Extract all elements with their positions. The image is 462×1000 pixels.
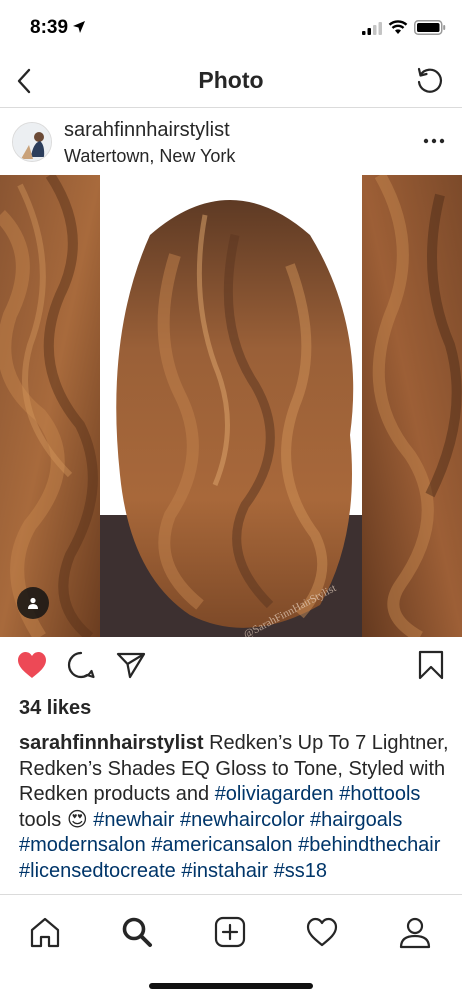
heart-filled-icon[interactable] [16,650,48,680]
hashtag[interactable]: #hairgoals [310,809,402,831]
nav-bar: Photo [0,56,462,108]
paper-plane-icon[interactable] [116,650,146,680]
hashtag[interactable]: #newhair [93,809,174,831]
hashtag[interactable]: #behindthechair [298,834,440,856]
hashtag[interactable]: #americansalon [151,834,292,856]
profile-icon[interactable] [398,915,432,949]
add-icon[interactable] [213,915,247,949]
battery-icon [414,20,446,35]
location-arrow-icon [73,21,85,33]
hashtag[interactable]: #oliviagarden [215,783,334,805]
more-horizontal-icon[interactable] [422,131,446,151]
status-time: 8:39 [30,17,69,38]
status-bar: 8:39 [0,0,462,56]
post-location[interactable]: Watertown, New York [64,146,235,167]
emoji: 😍 [66,808,88,831]
person-icon [28,597,38,609]
bookmark-icon[interactable] [418,650,444,680]
page-title: Photo [198,67,264,93]
user-tag-button[interactable] [17,587,49,619]
hashtag[interactable]: #instahair [181,860,268,882]
hashtag[interactable]: #hottools [339,783,420,805]
caption-text: tools [19,808,67,831]
heart-icon[interactable] [305,915,339,949]
home-indicator [149,983,313,989]
hashtag[interactable]: #modernsalon [19,834,146,856]
caption-username[interactable]: sarahfinnhairstylist [19,732,204,754]
bottom-tab-bar [0,894,462,1000]
signal-icon [362,22,382,35]
post-photo[interactable]: @SarahFinnHairStylist [0,175,462,637]
comment-icon[interactable] [66,650,96,680]
hashtag[interactable]: #licensedtocreate [19,860,176,882]
post-actions [0,642,462,692]
hashtag[interactable]: #ss18 [274,860,327,882]
post-username[interactable]: sarahfinnhairstylist [64,119,230,142]
wifi-icon [388,20,408,34]
hair-collage-image: @SarahFinnHairStylist [0,175,462,637]
avatar[interactable] [12,122,52,162]
home-icon[interactable] [28,915,62,949]
likes-count[interactable]: 34 likes [19,697,91,720]
post-caption: sarahfinnhairstylist Redken’s Up To 7 Li… [19,731,449,893]
post-header: sarahfinnhairstylist Watertown, New York [0,109,462,175]
search-icon[interactable] [120,915,154,949]
hashtag[interactable]: #newhaircolor [180,809,305,831]
refresh-icon[interactable] [414,65,444,95]
